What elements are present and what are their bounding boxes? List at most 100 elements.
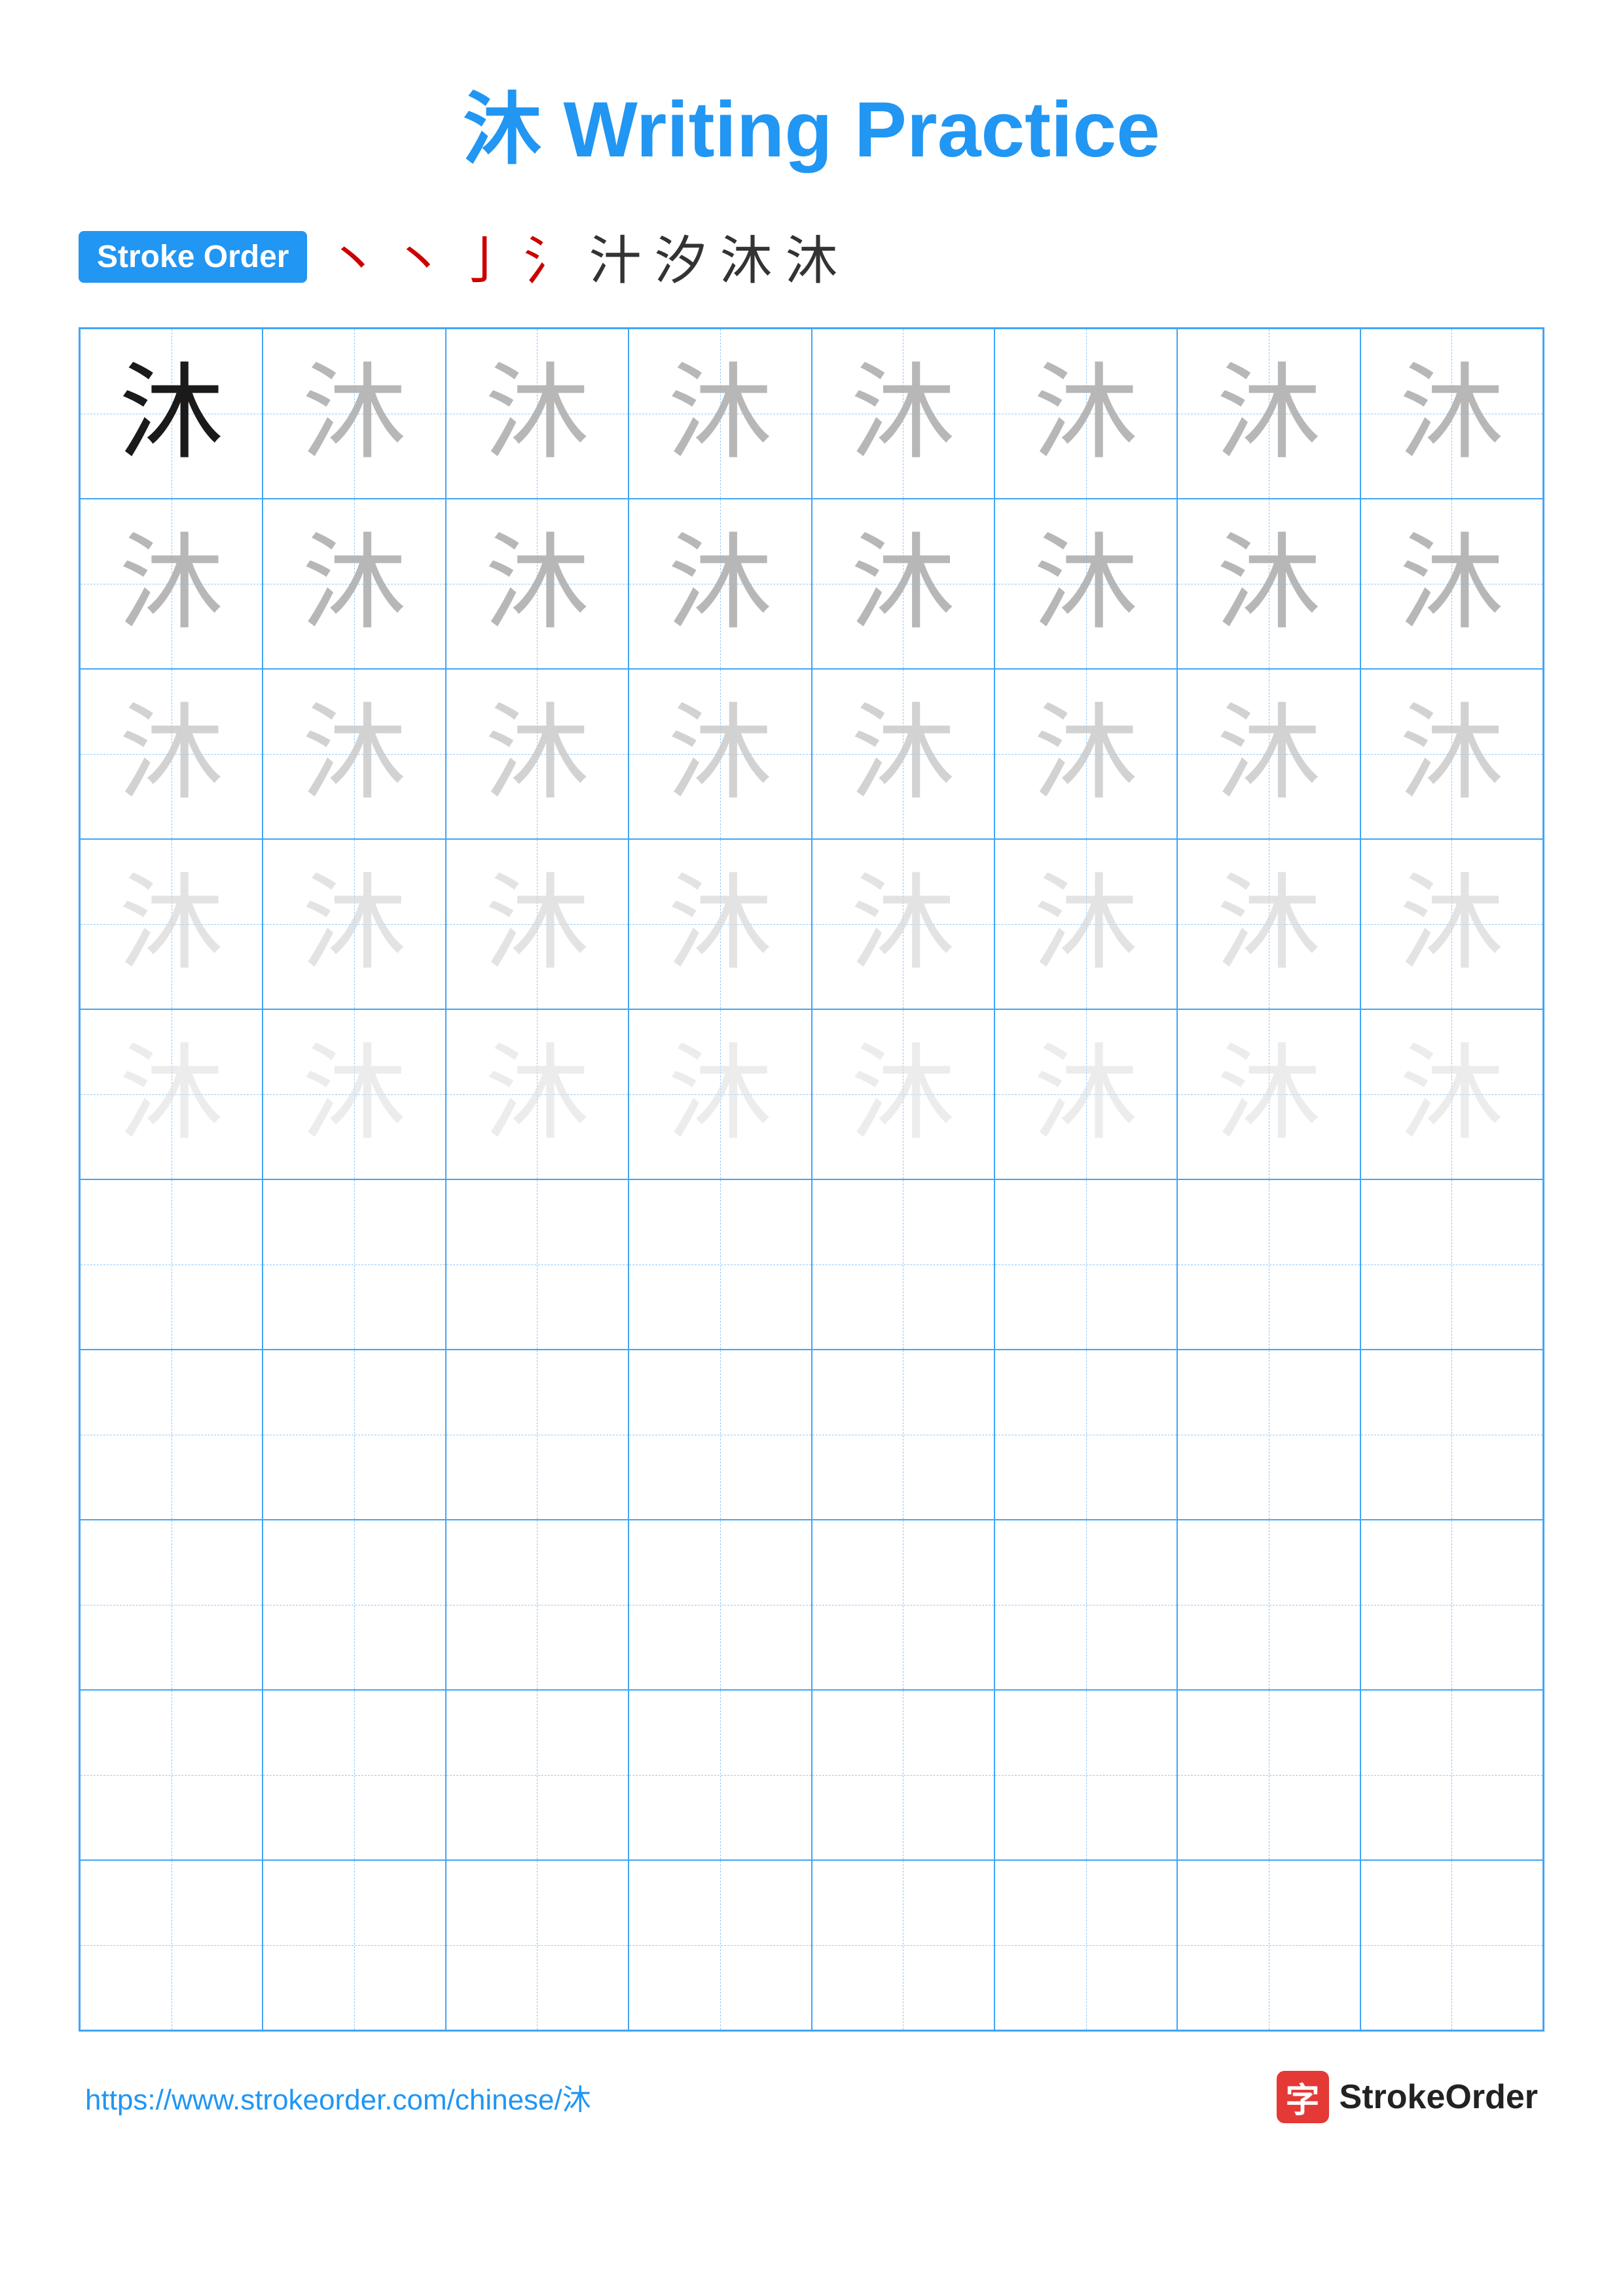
practice-char: 沐 bbox=[668, 531, 773, 636]
grid-cell-empty[interactable] bbox=[263, 1860, 445, 2030]
grid-cell-empty[interactable] bbox=[994, 1690, 1177, 1860]
practice-char: 沐 bbox=[668, 361, 773, 466]
grid-cell-empty[interactable] bbox=[80, 1179, 263, 1350]
grid-cell: 沐 bbox=[1177, 669, 1360, 839]
grid-cell-empty[interactable] bbox=[263, 1179, 445, 1350]
grid-cell: 沐 bbox=[80, 669, 263, 839]
grid-cell: 沐 bbox=[263, 839, 445, 1009]
footer-logo: 字 StrokeOrder bbox=[1277, 2071, 1538, 2123]
practice-char: 沐 bbox=[302, 361, 407, 466]
grid-cell-empty[interactable] bbox=[812, 1350, 994, 1520]
grid-cell: 沐 bbox=[1360, 329, 1543, 499]
grid-cell-empty[interactable] bbox=[812, 1179, 994, 1350]
practice-char: 沐 bbox=[850, 531, 955, 636]
practice-char: 沐 bbox=[1399, 361, 1504, 466]
grid-cell-empty[interactable] bbox=[1360, 1860, 1543, 2030]
grid-cell: 沐 bbox=[629, 329, 811, 499]
grid-cell-empty[interactable] bbox=[446, 1860, 629, 2030]
grid-cell-empty[interactable] bbox=[263, 1520, 445, 1690]
practice-char: 沐 bbox=[1216, 702, 1321, 806]
practice-char: 沐 bbox=[1034, 872, 1139, 977]
grid-cell: 沐 bbox=[446, 499, 629, 669]
practice-char: 沐 bbox=[484, 872, 589, 977]
grid-cell-empty[interactable] bbox=[1360, 1350, 1543, 1520]
grid-cell-empty[interactable] bbox=[1177, 1690, 1360, 1860]
practice-char: 沐 bbox=[1399, 531, 1504, 636]
stroke-char-1: 丶 bbox=[327, 219, 379, 295]
grid-cell-empty[interactable] bbox=[994, 1350, 1177, 1520]
practice-char: 沐 bbox=[119, 1042, 224, 1147]
grid-cell-empty[interactable] bbox=[1360, 1179, 1543, 1350]
grid-cell-empty[interactable] bbox=[80, 1860, 263, 2030]
practice-char: 沐 bbox=[1216, 361, 1321, 466]
grid-cell: 沐 bbox=[812, 1009, 994, 1179]
grid-cell: 沐 bbox=[80, 839, 263, 1009]
stroke-order-badge: Stroke Order bbox=[79, 231, 307, 283]
practice-char: 沐 bbox=[484, 361, 589, 466]
practice-char: 沐 bbox=[668, 702, 773, 806]
page-title: 沐 Writing Practice bbox=[79, 65, 1544, 179]
practice-char: 沐 bbox=[484, 1042, 589, 1147]
grid-cell-empty[interactable] bbox=[1360, 1690, 1543, 1860]
grid-cell-empty[interactable] bbox=[80, 1690, 263, 1860]
grid-cell-empty[interactable] bbox=[446, 1520, 629, 1690]
practice-char: 沐 bbox=[668, 1042, 773, 1147]
grid-cell-empty[interactable] bbox=[1360, 1520, 1543, 1690]
practice-char: 沐 bbox=[850, 872, 955, 977]
practice-char: 沐 bbox=[1216, 872, 1321, 977]
grid-cell-empty[interactable] bbox=[1177, 1860, 1360, 2030]
grid-cell: 沐 bbox=[812, 669, 994, 839]
practice-char: 沐 bbox=[1399, 702, 1504, 806]
grid-cell-empty[interactable] bbox=[629, 1350, 811, 1520]
grid-cell-empty[interactable] bbox=[263, 1350, 445, 1520]
practice-char: 沐 bbox=[484, 702, 589, 806]
grid-cell-empty[interactable] bbox=[994, 1520, 1177, 1690]
grid-cell: 沐 bbox=[994, 839, 1177, 1009]
grid-cell-empty[interactable] bbox=[812, 1690, 994, 1860]
stroke-order-section: Stroke Order 丶 丶 亅 氵 汁 汐 沐 沐 bbox=[79, 219, 1544, 295]
stroke-order-chars: 丶 丶 亅 氵 汁 汐 沐 沐 bbox=[327, 219, 837, 295]
practice-char: 沐 bbox=[1399, 1042, 1504, 1147]
grid-cell-empty[interactable] bbox=[80, 1350, 263, 1520]
grid-cell-empty[interactable] bbox=[446, 1690, 629, 1860]
practice-char: 沐 bbox=[119, 702, 224, 806]
stroke-char-5: 汁 bbox=[589, 219, 641, 295]
grid-cell: 沐 bbox=[812, 329, 994, 499]
grid-cell-empty[interactable] bbox=[446, 1179, 629, 1350]
practice-char: 沐 bbox=[1034, 1042, 1139, 1147]
grid-cell: 沐 bbox=[446, 1009, 629, 1179]
grid-cell-empty[interactable] bbox=[80, 1520, 263, 1690]
grid-cell-empty[interactable] bbox=[1177, 1520, 1360, 1690]
grid-cell-empty[interactable] bbox=[994, 1179, 1177, 1350]
practice-char: 沐 bbox=[119, 872, 224, 977]
grid-cell: 沐 bbox=[80, 499, 263, 669]
grid-cell: 沐 bbox=[80, 1009, 263, 1179]
grid-cell-empty[interactable] bbox=[629, 1179, 811, 1350]
footer-url: https://www.strokeorder.com/chinese/沐 bbox=[85, 2076, 591, 2118]
practice-char: 沐 bbox=[484, 531, 589, 636]
grid-cell: 沐 bbox=[80, 329, 263, 499]
title-text: Writing Practice bbox=[563, 86, 1159, 173]
practice-char: 沐 bbox=[850, 361, 955, 466]
grid-cell-empty[interactable] bbox=[263, 1690, 445, 1860]
grid-cell-empty[interactable] bbox=[446, 1350, 629, 1520]
grid-cell-empty[interactable] bbox=[812, 1860, 994, 2030]
grid-cell-empty[interactable] bbox=[1177, 1350, 1360, 1520]
footer-logo-icon: 字 bbox=[1277, 2071, 1329, 2123]
grid-cell: 沐 bbox=[1177, 839, 1360, 1009]
grid-cell-empty[interactable] bbox=[629, 1690, 811, 1860]
practice-char: 沐 bbox=[1399, 872, 1504, 977]
grid-cell-empty[interactable] bbox=[994, 1860, 1177, 2030]
grid-cell-empty[interactable] bbox=[629, 1520, 811, 1690]
stroke-char-2: 丶 bbox=[392, 219, 445, 295]
stroke-char-6: 汐 bbox=[654, 219, 706, 295]
grid-cell-empty[interactable] bbox=[629, 1860, 811, 2030]
grid-cell: 沐 bbox=[1360, 499, 1543, 669]
practice-char: 沐 bbox=[850, 1042, 955, 1147]
grid-cell: 沐 bbox=[1177, 1009, 1360, 1179]
grid-cell: 沐 bbox=[812, 839, 994, 1009]
grid-cell: 沐 bbox=[1177, 499, 1360, 669]
practice-char: 沐 bbox=[1216, 531, 1321, 636]
grid-cell-empty[interactable] bbox=[1177, 1179, 1360, 1350]
grid-cell-empty[interactable] bbox=[812, 1520, 994, 1690]
